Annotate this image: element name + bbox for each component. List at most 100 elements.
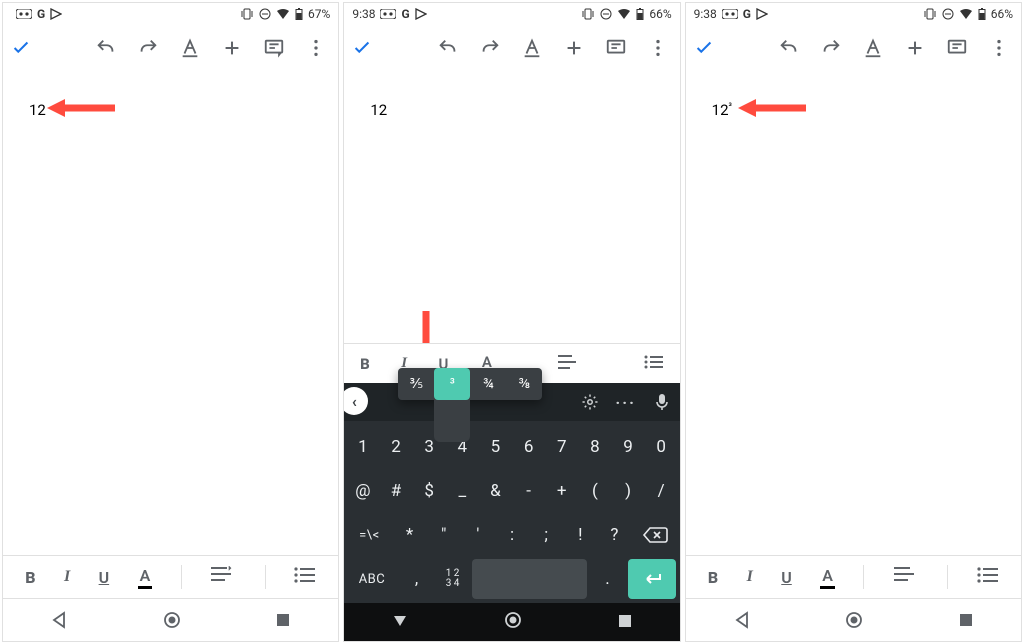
key-numpad[interactable]: 1 23 4 — [437, 559, 467, 599]
redo-icon[interactable] — [136, 36, 160, 60]
popup-opt[interactable]: ⅗ — [398, 368, 434, 400]
home-nav-icon[interactable] — [503, 610, 523, 634]
key[interactable]: 8 — [580, 427, 609, 467]
key-period[interactable]: . — [591, 559, 625, 599]
underline-button[interactable]: U — [99, 568, 110, 587]
back-nav-icon[interactable] — [392, 613, 408, 632]
home-nav-icon[interactable] — [844, 610, 864, 630]
bold-button[interactable]: B — [360, 355, 370, 373]
done-check-icon[interactable] — [9, 36, 33, 60]
align-button[interactable] — [557, 354, 581, 374]
key[interactable]: / — [647, 471, 676, 511]
more-icon[interactable]: ··· — [608, 393, 644, 412]
insert-icon[interactable] — [220, 36, 244, 60]
italic-button[interactable]: I — [64, 568, 70, 586]
document-canvas[interactable]: 12³ — [686, 71, 1021, 555]
comment-icon[interactable] — [262, 36, 286, 60]
key[interactable]: # — [381, 471, 410, 511]
key[interactable]: $ — [415, 471, 444, 511]
italic-button[interactable]: I — [747, 568, 753, 586]
key[interactable]: 7 — [547, 427, 576, 467]
vibrate-icon — [581, 8, 595, 20]
key[interactable]: _ — [448, 471, 477, 511]
overflow-icon[interactable] — [304, 36, 328, 60]
settings-icon[interactable] — [572, 393, 608, 411]
key[interactable]: 2 — [381, 427, 410, 467]
status-bar: G 67% — [3, 3, 338, 25]
key[interactable]: + — [547, 471, 576, 511]
key[interactable]: 6 — [514, 427, 543, 467]
overflow-icon[interactable] — [646, 36, 670, 60]
textcolor-button[interactable]: A — [820, 566, 835, 589]
key[interactable]: ) — [613, 471, 642, 511]
key[interactable]: 1 — [348, 427, 377, 467]
format-icon[interactable] — [520, 36, 544, 60]
key[interactable]: * — [395, 515, 425, 555]
key[interactable]: ; — [531, 515, 561, 555]
comment-icon[interactable] — [604, 36, 628, 60]
overflow-icon[interactable] — [987, 36, 1011, 60]
popup-opt[interactable]: ⅜ — [506, 368, 542, 400]
mic-icon[interactable] — [644, 393, 680, 411]
key-enter[interactable] — [628, 559, 675, 599]
document-canvas[interactable]: 12 — [3, 71, 338, 555]
undo-icon[interactable] — [777, 36, 801, 60]
battery-icon — [295, 8, 303, 20]
phone-1-before: G 67% 12 — [2, 2, 339, 642]
format-icon[interactable] — [861, 36, 885, 60]
key[interactable]: : — [497, 515, 527, 555]
back-nav-icon[interactable] — [733, 611, 751, 629]
bold-button[interactable]: B — [708, 568, 718, 587]
key[interactable]: - — [514, 471, 543, 511]
collapse-keyboard-icon[interactable]: ‹ — [343, 387, 368, 415]
back-nav-icon[interactable] — [50, 611, 68, 629]
google-icon: G — [37, 7, 45, 21]
key-comma[interactable]: , — [400, 559, 434, 599]
undo-icon[interactable] — [436, 36, 460, 60]
comment-icon[interactable] — [945, 36, 969, 60]
done-check-icon[interactable] — [692, 36, 716, 60]
document-canvas[interactable]: 12 B I U A ⅗ ³ ¾ ⅜ — [344, 71, 679, 641]
redo-icon[interactable] — [478, 36, 502, 60]
key[interactable]: " — [429, 515, 459, 555]
key-space[interactable] — [472, 559, 587, 599]
key[interactable]: 5 — [481, 427, 510, 467]
doc-text: 12³ — [712, 101, 732, 119]
done-check-icon[interactable] — [350, 36, 374, 60]
redo-icon[interactable] — [819, 36, 843, 60]
key[interactable]: & — [481, 471, 510, 511]
key[interactable]: 0 — [647, 427, 676, 467]
home-nav-icon[interactable] — [162, 610, 182, 630]
recent-nav-icon[interactable] — [958, 612, 974, 628]
bold-button[interactable]: B — [25, 568, 35, 587]
vibrate-icon — [923, 8, 937, 20]
list-button[interactable] — [294, 567, 316, 587]
battery-pct: 66% — [991, 7, 1013, 21]
align-button[interactable] — [210, 566, 236, 588]
underline-button[interactable]: U — [781, 568, 792, 587]
battery-icon — [636, 8, 644, 20]
key[interactable]: ' — [463, 515, 493, 555]
key[interactable]: ? — [599, 515, 629, 555]
recent-nav-icon[interactable] — [618, 613, 632, 632]
key[interactable]: ! — [565, 515, 595, 555]
undo-icon[interactable] — [94, 36, 118, 60]
backspace-key[interactable] — [634, 515, 676, 555]
recent-nav-icon[interactable] — [275, 612, 291, 628]
key[interactable]: ( — [580, 471, 609, 511]
popup-opt[interactable]: ¾ — [470, 368, 506, 400]
textcolor-button[interactable]: A — [138, 566, 153, 589]
format-icon[interactable] — [178, 36, 202, 60]
insert-icon[interactable] — [903, 36, 927, 60]
phone-3-after: 9:38 G 66% — [685, 2, 1022, 642]
key-abc[interactable]: ABC — [348, 559, 395, 599]
key-symbols[interactable]: =\< — [348, 515, 390, 555]
align-button[interactable] — [893, 566, 919, 588]
list-button[interactable] — [644, 354, 664, 373]
soft-keyboard: 1 2 3 4 5 6 7 8 9 0 @ # $ — [344, 421, 679, 603]
popup-selected[interactable]: ³ — [434, 368, 470, 400]
key[interactable]: 9 — [613, 427, 642, 467]
insert-icon[interactable] — [562, 36, 586, 60]
key[interactable]: @ — [348, 471, 377, 511]
list-button[interactable] — [977, 567, 999, 587]
